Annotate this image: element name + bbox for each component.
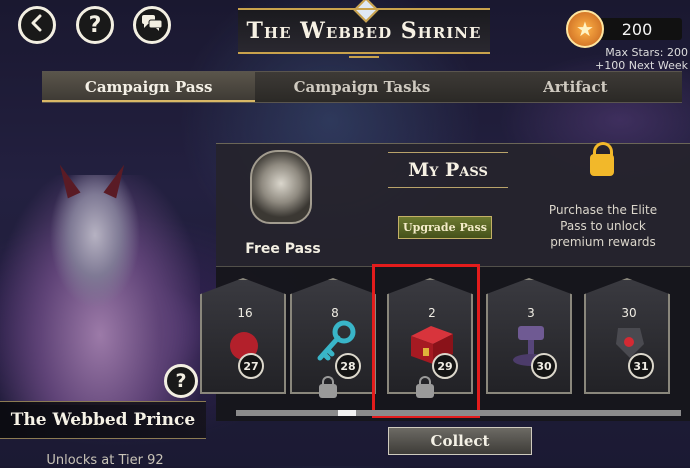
tab-campaign-pass[interactable]: Campaign Pass (42, 72, 256, 102)
reward-qty: 30 (621, 306, 637, 320)
page-title: The Webbed Shrine (246, 18, 482, 44)
question-mark-icon: ? (88, 12, 102, 38)
upgrade-pass-button[interactable]: Upgrade Pass (398, 216, 492, 239)
help-button[interactable]: ? (76, 6, 114, 44)
reward-tier-badge: 27 (238, 353, 264, 379)
reward-tier-badge: 30 (531, 353, 557, 379)
reward-tier-badge: 28 (335, 353, 361, 379)
rewards-scrollbar[interactable] (236, 410, 681, 416)
reward-card[interactable]: 8 (290, 278, 376, 394)
back-arrow-icon (28, 13, 46, 38)
max-stars-line: Max Stars: 200 (605, 46, 688, 59)
reward-qty: 16 (237, 306, 253, 320)
max-stars-text: Max Stars: 200 +100 Next Week (566, 46, 688, 72)
gold-lock-icon (590, 142, 614, 176)
hero-name: The Webbed Prince (0, 401, 206, 439)
hero-info-button[interactable]: ? (164, 364, 198, 398)
lock-icon (319, 376, 337, 398)
horn-left (53, 161, 81, 199)
gem-icon (353, 0, 379, 23)
question-mark-icon: ? (175, 370, 187, 392)
rewards-scroll-thumb[interactable] (338, 410, 356, 416)
free-pass-label: Free Pass (245, 241, 321, 257)
back-button[interactable] (18, 6, 56, 44)
tab-bar: Campaign Pass Campaign Tasks Artifact (42, 71, 682, 103)
reward-qty: 3 (527, 306, 535, 320)
free-pass-emblem-icon (250, 150, 312, 224)
reward-card[interactable]: 30 (584, 278, 670, 394)
chat-button[interactable] (133, 6, 171, 44)
elite-pass-text: Purchase the Elite Pass to unlock premiu… (548, 203, 658, 249)
reward-qty: 8 (331, 306, 339, 320)
tab-campaign-tasks[interactable]: Campaign Tasks (255, 78, 468, 96)
reward-card[interactable]: 3 (486, 278, 572, 394)
selected-reward-highlight (372, 264, 480, 418)
stars-count: 200 (592, 18, 682, 40)
reward-tier-badge: 31 (628, 353, 654, 379)
collect-button[interactable]: Collect (388, 427, 532, 455)
title-banner: The Webbed Shrine (238, 0, 490, 58)
chat-bubbles-icon (141, 13, 163, 38)
star-icon: ★ (566, 10, 604, 48)
pass-panel: Free Pass My Pass Upgrade Pass Purchase … (216, 142, 690, 266)
horn-right (103, 161, 131, 199)
my-pass-title: My Pass (388, 152, 508, 188)
tab-artifact[interactable]: Artifact (469, 78, 682, 96)
